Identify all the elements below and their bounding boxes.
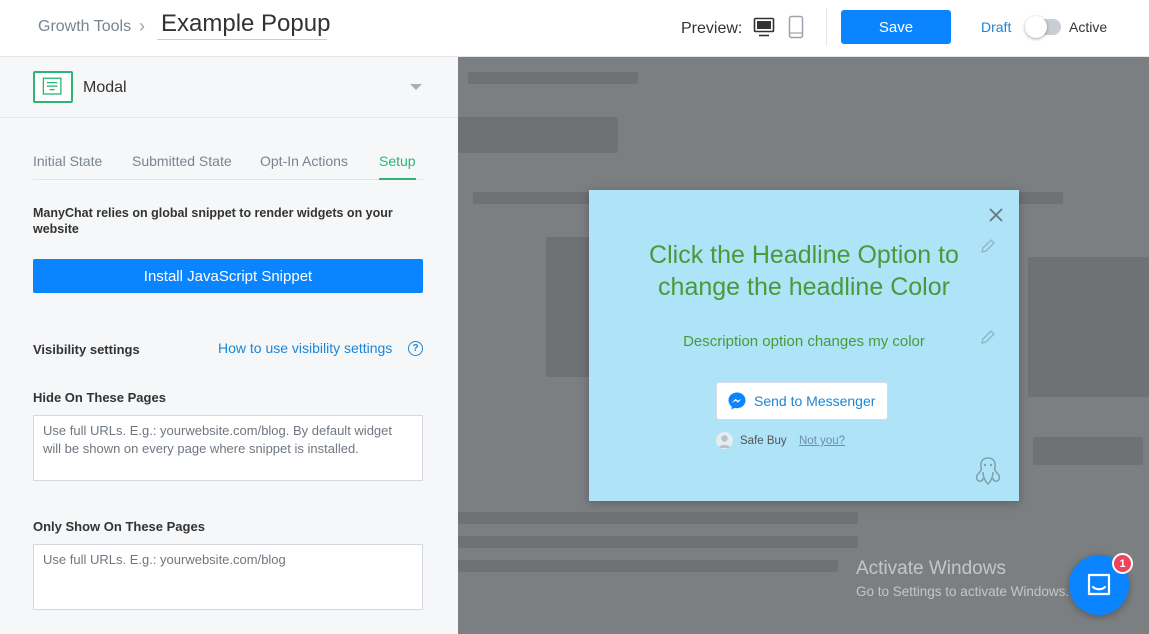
- only-show-pages-input[interactable]: Use full URLs. E.g.: yourwebsite.com/blo…: [33, 544, 423, 610]
- install-snippet-button[interactable]: Install JavaScript Snippet: [33, 259, 423, 293]
- activate-windows-title: Activate Windows: [856, 558, 1006, 579]
- close-icon[interactable]: [987, 206, 1005, 224]
- page-title-input[interactable]: Example Popup: [157, 10, 330, 40]
- visibility-settings-title: Visibility settings: [33, 342, 140, 357]
- tab-opt-in-actions[interactable]: Opt-In Actions: [260, 153, 348, 169]
- widget-type-label: Modal: [83, 79, 127, 96]
- bg-text-line-3: [458, 560, 838, 572]
- bg-image-blur: [546, 237, 591, 377]
- widget-type-select[interactable]: Modal: [0, 57, 458, 118]
- visibility-help-link[interactable]: How to use visibility settings: [218, 340, 392, 356]
- bg-button-blur: [1033, 437, 1143, 465]
- breadcrumb-separator: ›: [139, 16, 145, 36]
- desktop-icon[interactable]: [753, 16, 775, 38]
- bg-text-line-2: [458, 536, 858, 548]
- chat-icon: [1087, 573, 1111, 596]
- not-you-link[interactable]: Not you?: [799, 435, 845, 447]
- settings-tabs: Initial State Submitted State Opt-In Act…: [33, 153, 423, 180]
- tab-setup[interactable]: Setup: [379, 153, 416, 180]
- tab-initial-state[interactable]: Initial State: [33, 153, 102, 169]
- hide-pages-input[interactable]: Use full URLs. E.g.: yourwebsite.com/blo…: [33, 415, 423, 481]
- bg-sidebar-blur: [1028, 257, 1149, 397]
- snippet-note: ManyChat relies on global snippet to ren…: [33, 206, 393, 236]
- draft-label[interactable]: Draft: [981, 19, 1011, 35]
- modal-icon: [33, 71, 73, 103]
- breadcrumb-growth-tools[interactable]: Growth Tools: [38, 18, 131, 36]
- manychat-logo-icon: [975, 457, 1001, 486]
- tab-submitted-state[interactable]: Submitted State: [132, 153, 232, 169]
- bg-nav-blur: [468, 72, 638, 84]
- mobile-icon[interactable]: [788, 15, 804, 39]
- preview-label: Preview:: [681, 20, 743, 37]
- help-icon[interactable]: ?: [408, 341, 423, 356]
- save-button[interactable]: Save: [841, 10, 951, 44]
- chevron-down-icon[interactable]: [410, 84, 422, 90]
- avatar: [716, 432, 733, 449]
- hide-pages-title: Hide On These Pages: [33, 390, 166, 405]
- chat-notification-badge: 1: [1112, 553, 1133, 574]
- active-label[interactable]: Active: [1069, 19, 1107, 35]
- preview-canvas: Click the Headline Option to change the …: [458, 57, 1149, 634]
- activate-windows-subtitle: Go to Settings to activate Windows.: [856, 584, 1070, 599]
- bg-logo-blur: [458, 117, 618, 153]
- status-toggle[interactable]: [1025, 16, 1061, 38]
- top-bar: Growth Tools › Example Popup Preview: Sa…: [0, 0, 1149, 57]
- popup-description[interactable]: Description option changes my color: [619, 333, 989, 350]
- messenger-icon: [728, 392, 746, 410]
- send-to-messenger-label: Send to Messenger: [754, 393, 876, 409]
- only-show-pages-title: Only Show On These Pages: [33, 519, 205, 534]
- toggle-knob[interactable]: [1025, 16, 1047, 38]
- bg-text-line-1: [458, 512, 858, 524]
- send-to-messenger-button[interactable]: Send to Messenger: [716, 382, 888, 420]
- header-divider: [826, 8, 827, 46]
- popup-headline[interactable]: Click the Headline Option to change the …: [619, 239, 989, 303]
- popup-modal: Click the Headline Option to change the …: [589, 190, 1019, 501]
- safe-buy-label: Safe Buy: [740, 435, 787, 447]
- settings-panel: Modal Initial State Submitted State Opt-…: [0, 57, 458, 634]
